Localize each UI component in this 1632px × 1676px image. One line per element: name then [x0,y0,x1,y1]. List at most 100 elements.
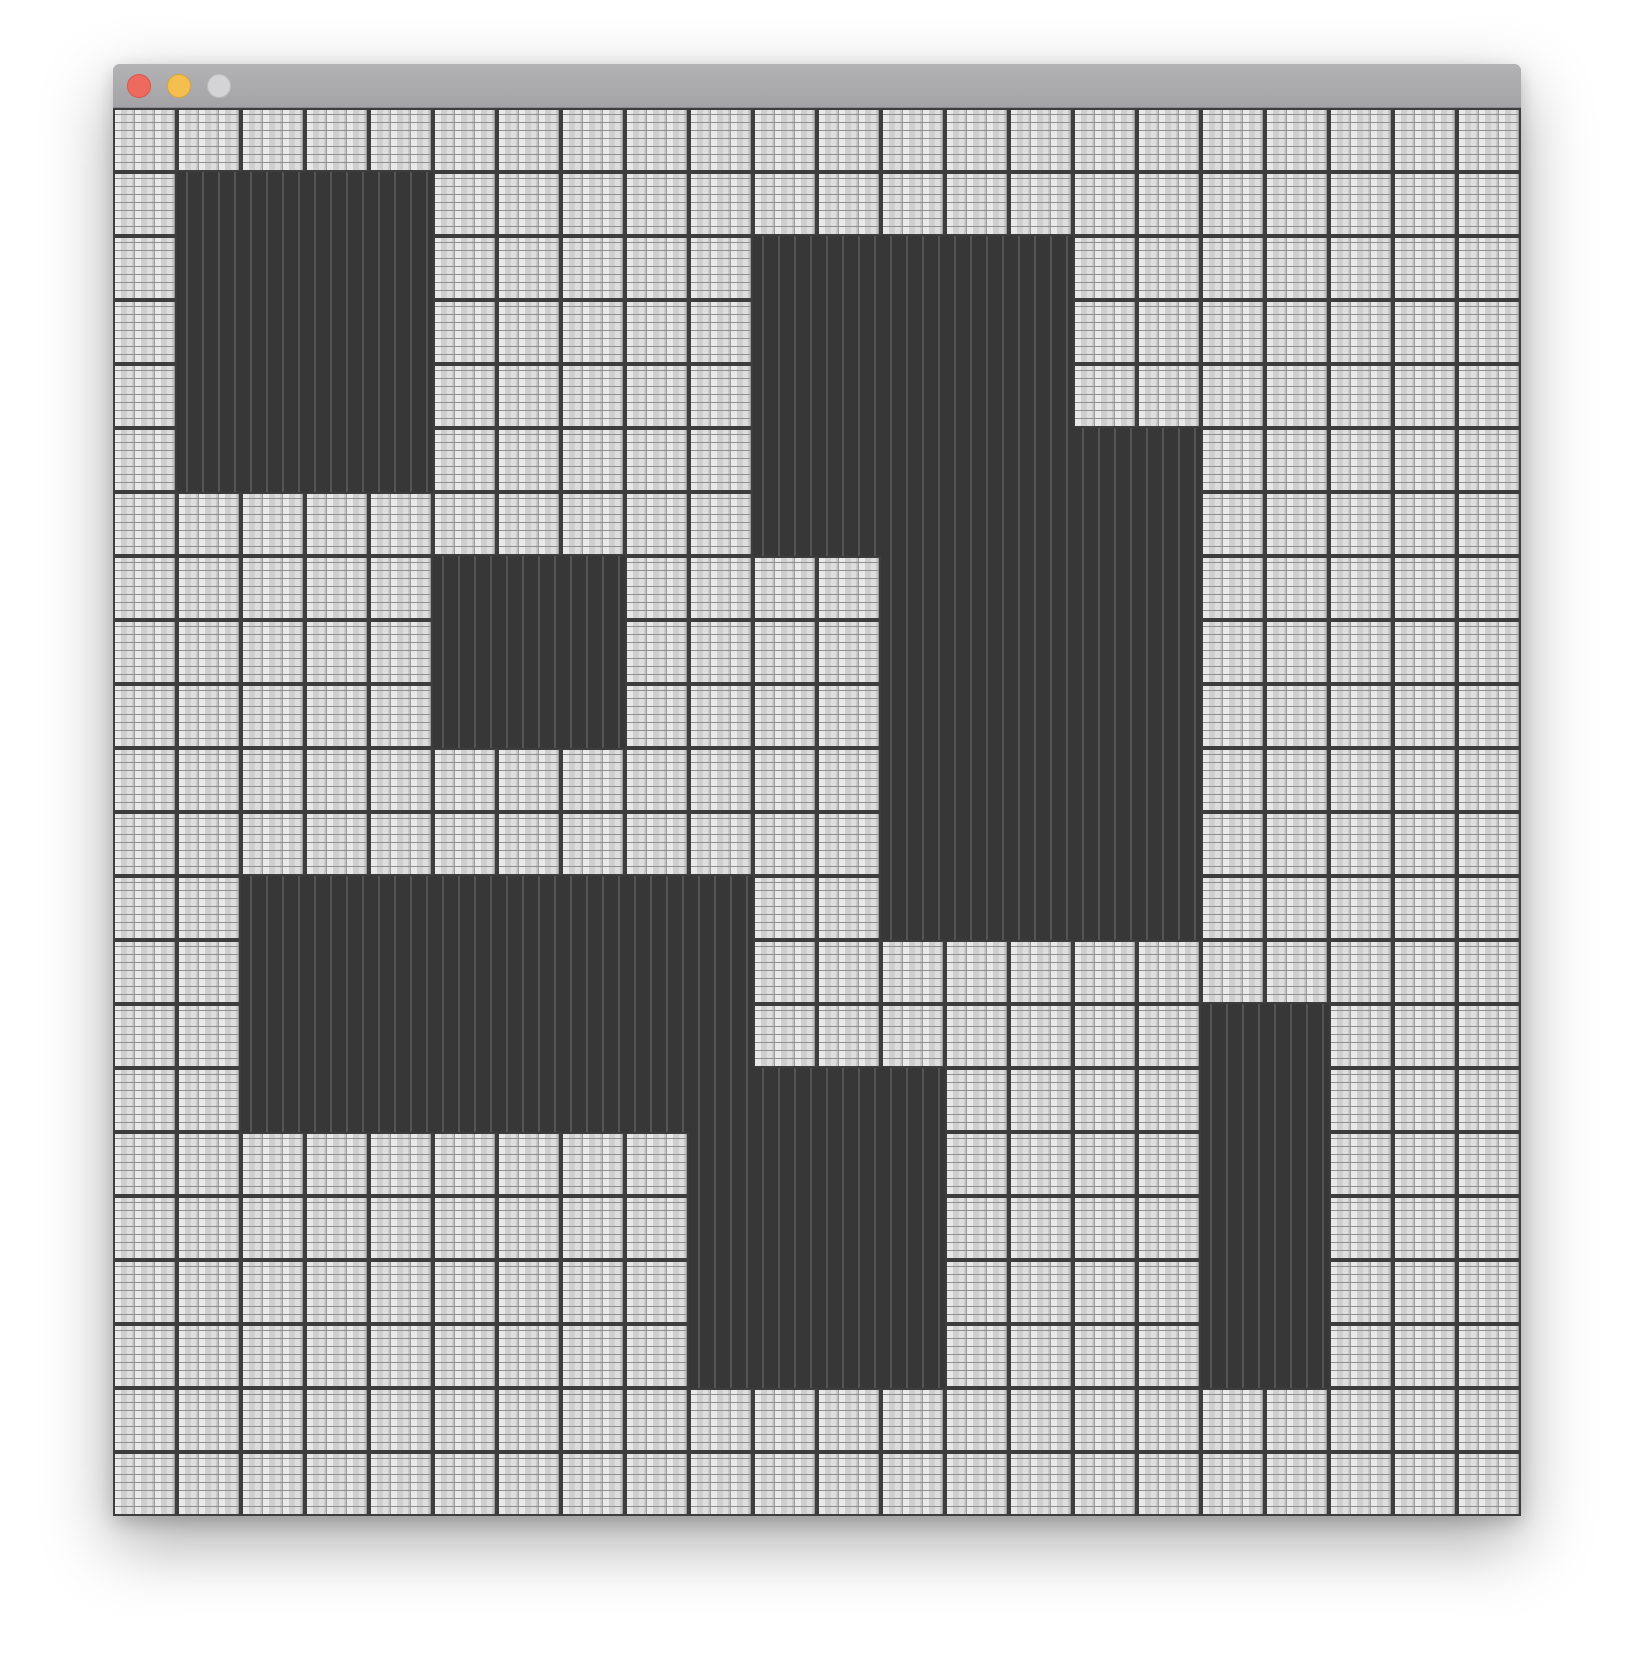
wall-tile [817,620,881,684]
wall-tile [753,748,817,812]
wall-tile [1201,620,1265,684]
floor-tile [881,300,945,364]
wall-tile [369,812,433,876]
wall-tile [177,748,241,812]
wall-tile [1457,1452,1521,1516]
floor-tile [753,428,817,492]
wall-tile [497,1324,561,1388]
wall-tile [1137,364,1201,428]
wall-tile [881,1388,945,1452]
wall-tile [945,1324,1009,1388]
floor-tile [1137,428,1201,492]
floor-tile [561,620,625,684]
wall-tile [177,812,241,876]
wall-tile [1457,108,1521,172]
wall-tile [305,812,369,876]
minimize-button[interactable] [167,74,191,98]
wall-tile [497,492,561,556]
wall-tile [1073,236,1137,300]
wall-tile [1137,1196,1201,1260]
floor-tile [753,1260,817,1324]
wall-tile [1073,1388,1137,1452]
wall-tile [113,1196,177,1260]
floor-tile [1009,620,1073,684]
floor-tile [1265,1068,1329,1132]
wall-tile [1329,364,1393,428]
wall-tile [753,172,817,236]
floor-tile [753,1132,817,1196]
wall-tile [753,1388,817,1452]
floor-tile [305,428,369,492]
floor-tile [945,300,1009,364]
wall-tile [1329,748,1393,812]
floor-tile [689,1068,753,1132]
floor-tile [369,172,433,236]
wall-tile [1329,1132,1393,1196]
wall-tile [1009,1004,1073,1068]
wall-tile [881,108,945,172]
wall-tile [177,1068,241,1132]
wall-tile [1265,556,1329,620]
floor-tile [817,1196,881,1260]
wall-tile [177,556,241,620]
floor-tile [433,940,497,1004]
wall-tile [369,556,433,620]
floor-tile [561,684,625,748]
wall-tile [241,1452,305,1516]
wall-tile [1329,236,1393,300]
zoom-button[interactable] [207,74,231,98]
wall-tile [753,1004,817,1068]
wall-tile [817,876,881,940]
close-button[interactable] [127,74,151,98]
wall-tile [497,1132,561,1196]
wall-tile [689,684,753,748]
wall-tile [1265,172,1329,236]
wall-tile [113,108,177,172]
wall-tile [241,1260,305,1324]
wall-tile [1009,1388,1073,1452]
wall-tile [625,1388,689,1452]
wall-tile [1329,172,1393,236]
wall-tile [1137,1452,1201,1516]
floor-tile [753,1324,817,1388]
wall-tile [1457,940,1521,1004]
wall-tile [625,1132,689,1196]
wall-tile [1137,1260,1201,1324]
floor-tile [1265,1004,1329,1068]
wall-tile [497,108,561,172]
floor-tile [1265,1260,1329,1324]
wall-tile [1329,428,1393,492]
floor-tile [241,300,305,364]
floor-tile [817,300,881,364]
wall-tile [1201,172,1265,236]
wall-tile [945,1260,1009,1324]
wall-tile [1329,108,1393,172]
wall-tile [177,1004,241,1068]
floor-tile [881,1132,945,1196]
wall-tile [1265,748,1329,812]
wall-tile [1457,748,1521,812]
dungeon-map[interactable] [113,108,1521,1516]
wall-tile [561,1260,625,1324]
floor-tile [945,876,1009,940]
wall-tile [1393,492,1457,556]
wall-tile [945,940,1009,1004]
wall-tile [689,300,753,364]
wall-tile [113,236,177,300]
wall-tile [625,748,689,812]
wall-tile [369,1196,433,1260]
wall-tile [1073,1452,1137,1516]
wall-tile [433,364,497,428]
floor-tile [433,684,497,748]
floor-tile [689,1196,753,1260]
wall-tile [177,684,241,748]
wall-tile [561,1388,625,1452]
wall-tile [1201,300,1265,364]
wall-tile [753,556,817,620]
wall-tile [945,172,1009,236]
wall-tile [817,684,881,748]
window-titlebar[interactable] [113,64,1521,108]
wall-tile [433,1132,497,1196]
floor-tile [1009,684,1073,748]
wall-tile [561,1132,625,1196]
